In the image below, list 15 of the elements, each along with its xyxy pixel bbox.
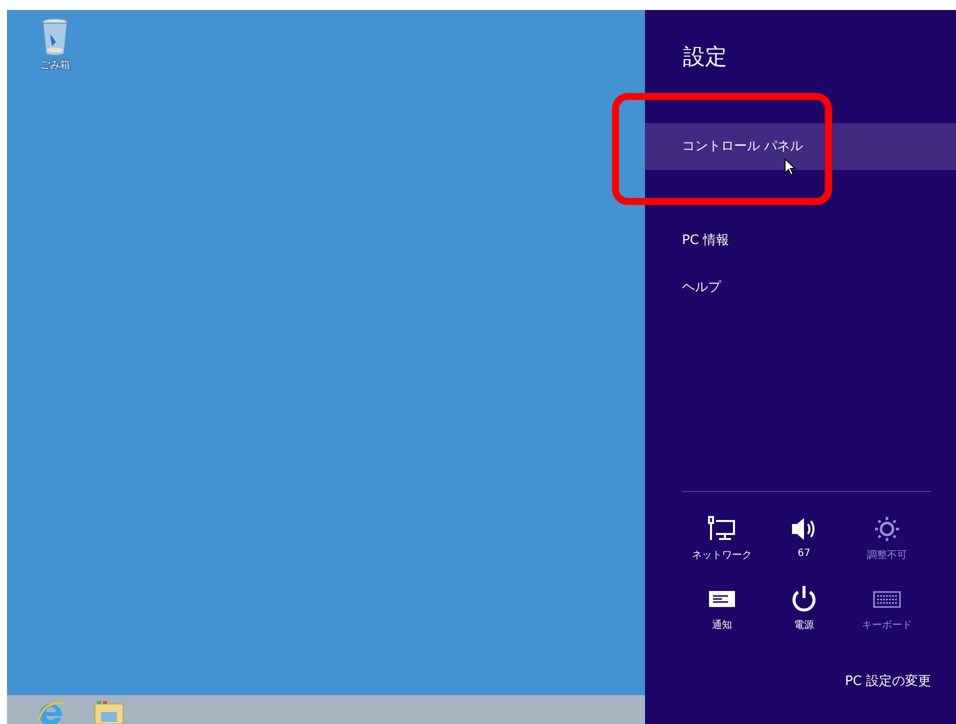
quick-setting-tile[interactable]: ネットワーク [692, 516, 752, 562]
menu-item[interactable]: ヘルプ [645, 264, 956, 311]
panel-title: 設定 [682, 44, 728, 72]
quick-setting-tile[interactable]: 電源 [790, 586, 818, 632]
trash-bin-icon[interactable] [42, 18, 68, 56]
menu-item[interactable]: コントロール パネル [645, 123, 956, 170]
quick-setting-tile[interactable]: 通知 [708, 586, 736, 632]
menu-item[interactable]: PC 情報 [645, 217, 956, 264]
network-icon [708, 516, 736, 542]
mouse-pointer-icon [784, 158, 796, 176]
brightness-icon [873, 516, 901, 542]
folder-icon[interactable] [93, 700, 125, 724]
pc-settings-link[interactable]: PC 設定の変更 [844, 672, 931, 690]
quick-setting-tile[interactable]: 67 [790, 516, 818, 562]
power-icon [790, 586, 818, 612]
